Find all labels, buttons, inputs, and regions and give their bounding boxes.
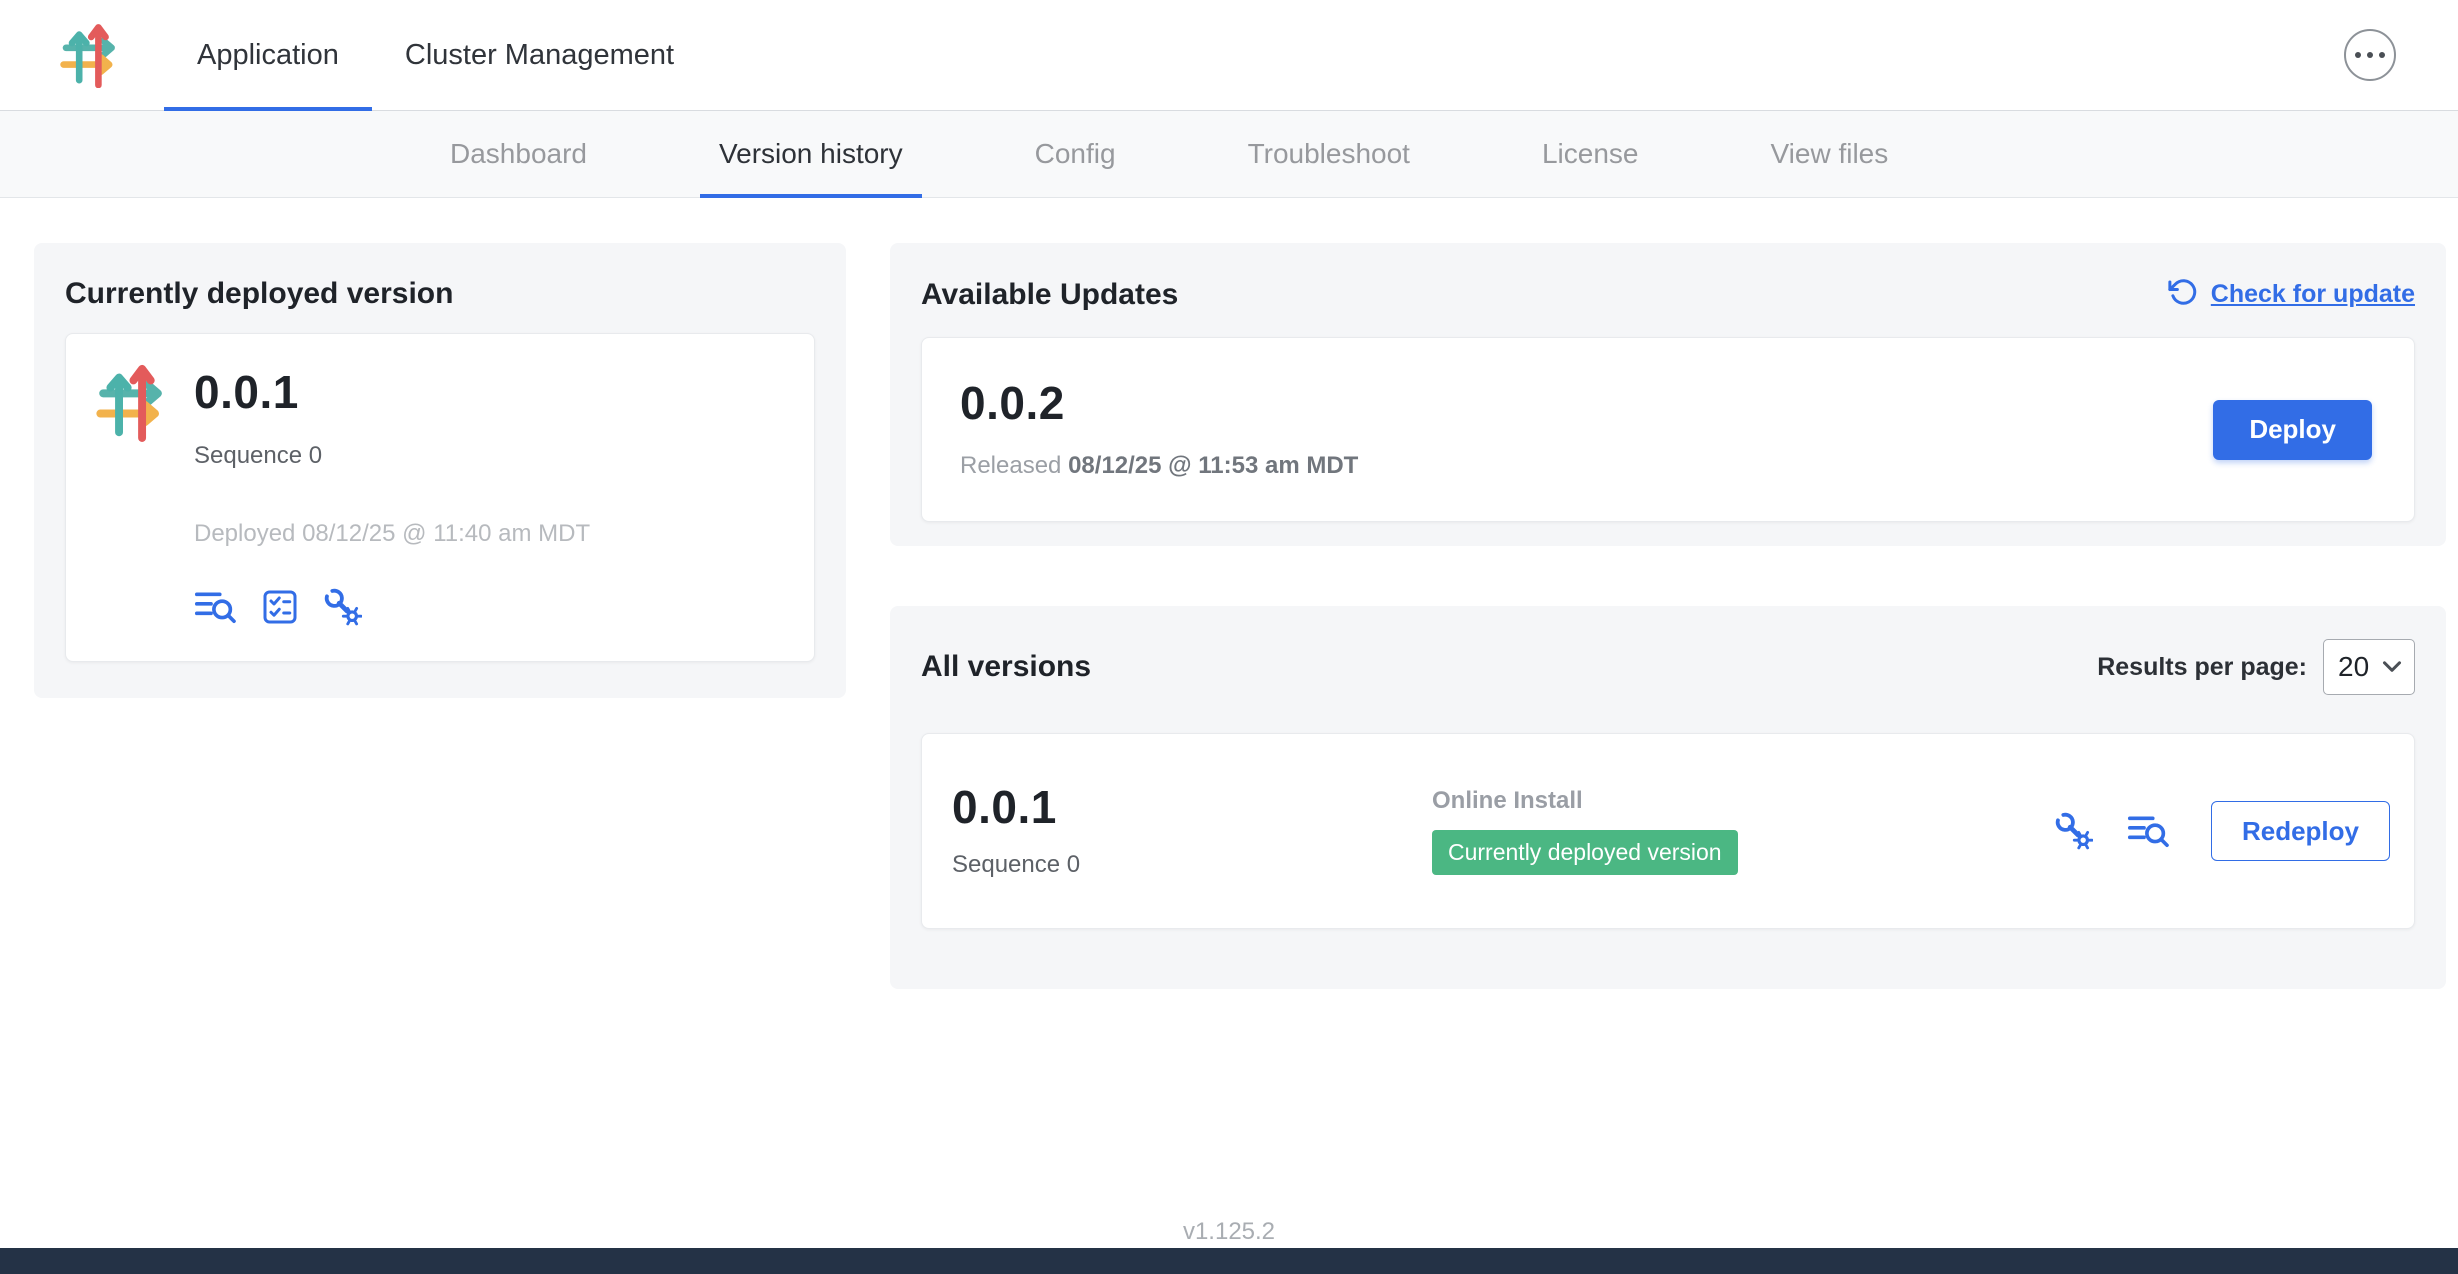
config-icon[interactable] <box>324 588 362 626</box>
available-updates-card: Available Updates Check for update <box>890 243 2446 546</box>
subtab-troubleshoot[interactable]: Troubleshoot <box>1229 111 1429 197</box>
right-column: Available Updates Check for update <box>890 243 2446 989</box>
row-version-number: 0.0.1 <box>952 783 1432 831</box>
bottom-bar <box>0 1248 2458 1274</box>
diff-icon[interactable] <box>2127 812 2169 850</box>
results-per-page: Results per page: 20 <box>2097 639 2415 695</box>
subtab-dashboard[interactable]: Dashboard <box>431 111 606 197</box>
console-version: v1.125.2 <box>0 1218 2458 1246</box>
subtab-config[interactable]: Config <box>1016 111 1135 197</box>
deployed-timestamp: Deployed 08/12/25 @ 11:40 am MDT <box>194 520 590 548</box>
deployed-status-badge: Currently deployed version <box>1432 830 1738 875</box>
results-per-page-value: 20 <box>2338 651 2369 683</box>
diff-icon[interactable] <box>194 588 236 626</box>
deployed-version-info: 0.0.1 Sequence 0 Deployed 08/12/25 @ 11:… <box>194 368 590 631</box>
tab-cluster-management[interactable]: Cluster Management <box>372 0 707 110</box>
ellipsis-icon <box>2352 52 2388 58</box>
subtab-version-history[interactable]: Version history <box>700 111 922 197</box>
top-navbar: Application Cluster Management <box>0 0 2458 111</box>
config-icon[interactable] <box>2055 812 2093 850</box>
chevron-down-icon <box>2382 660 2402 674</box>
subtab-view-files[interactable]: View files <box>1751 111 1907 197</box>
row-sequence: Sequence 0 <box>952 851 1432 879</box>
deployed-version-card: 0.0.1 Sequence 0 Deployed 08/12/25 @ 11:… <box>65 333 815 662</box>
row-version-info: 0.0.1 Sequence 0 <box>952 783 1432 879</box>
kots-admin-console: Application Cluster Management Dashboard… <box>0 0 2458 989</box>
all-versions-card: All versions Results per page: 20 <box>890 606 2446 989</box>
app-logo-icon <box>60 0 120 110</box>
top-nav-tabs: Application Cluster Management <box>164 0 707 110</box>
main-content: Currently deployed version 0.0 <box>0 198 2458 989</box>
results-per-page-label: Results per page: <box>2097 653 2307 682</box>
version-row: 0.0.1 Sequence 0 Online Install Currentl… <box>921 733 2415 929</box>
check-for-update-label: Check for update <box>2211 280 2415 309</box>
released-line: Released 08/12/25 @ 11:53 am MDT <box>960 452 1358 480</box>
deployed-version-number: 0.0.1 <box>194 368 590 416</box>
all-versions-title: All versions <box>921 650 1091 684</box>
install-type: Online Install <box>1432 787 1583 815</box>
currently-deployed-card: Currently deployed version 0.0 <box>34 243 846 698</box>
all-versions-header: All versions Results per page: 20 <box>921 639 2415 695</box>
deploy-button[interactable]: Deploy <box>2213 400 2372 460</box>
deployed-card-title: Currently deployed version <box>65 277 815 311</box>
more-menu-button[interactable] <box>2344 29 2396 81</box>
redeploy-button[interactable]: Redeploy <box>2211 801 2390 861</box>
results-per-page-select[interactable]: 20 <box>2323 639 2415 695</box>
released-timestamp: 08/12/25 @ 11:53 am MDT <box>1068 452 1358 479</box>
update-version-info: 0.0.2 Released 08/12/25 @ 11:53 am MDT <box>960 379 1358 479</box>
updates-card-title: Available Updates <box>921 278 1178 312</box>
deployed-actions <box>194 588 590 626</box>
tab-application[interactable]: Application <box>164 0 372 110</box>
app-subnav: Dashboard Version history Config Trouble… <box>0 111 2458 198</box>
row-actions <box>2055 812 2169 850</box>
refresh-icon <box>2168 277 2198 312</box>
preflight-checks-icon[interactable] <box>262 589 298 625</box>
released-label: Released <box>960 452 1061 479</box>
app-logo-icon <box>96 362 168 631</box>
subtab-license[interactable]: License <box>1523 111 1658 197</box>
update-version-number: 0.0.2 <box>960 379 1358 427</box>
updates-card-header: Available Updates Check for update <box>921 277 2415 312</box>
row-status-info: Online Install Currently deployed versio… <box>1432 787 2055 875</box>
update-version-row: 0.0.2 Released 08/12/25 @ 11:53 am MDT D… <box>921 337 2415 522</box>
deployed-sequence: Sequence 0 <box>194 442 590 470</box>
check-for-update-link[interactable]: Check for update <box>2168 277 2415 312</box>
